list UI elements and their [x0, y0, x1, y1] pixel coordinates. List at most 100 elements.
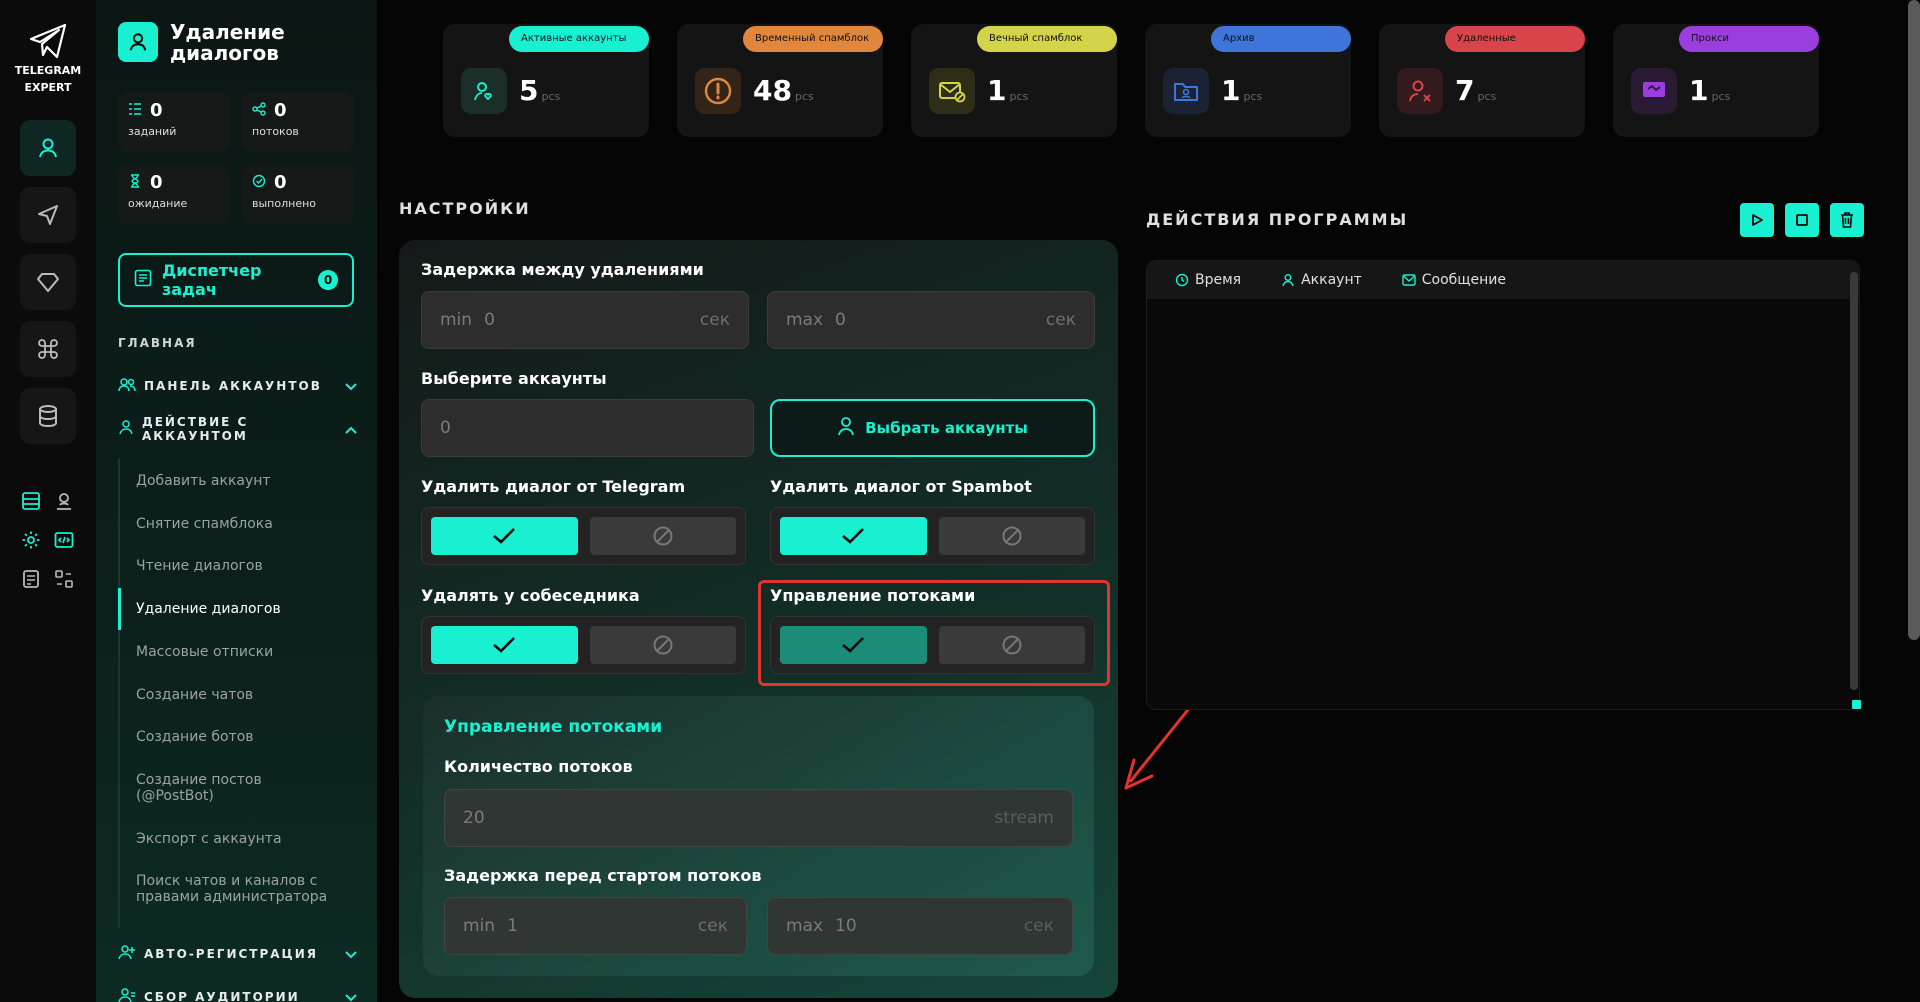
nav-audience-collect[interactable]: СБОР АУДИТОРИИ	[118, 986, 358, 1002]
start-delay-max-input[interactable]: max 10 сек	[767, 897, 1073, 955]
stat-waiting-value: 0	[150, 172, 163, 193]
task-dispatcher-button[interactable]: Диспетчер задач 0	[118, 253, 354, 307]
subitem-read-dialogs[interactable]: Чтение диалогов	[136, 558, 356, 574]
card-archive[interactable]: Архив 1 pcs	[1145, 24, 1351, 137]
delete-telegram-toggle	[421, 507, 746, 565]
delete-telegram-off-button[interactable]	[589, 517, 736, 555]
card-temp-spamblock[interactable]: Временный спамблок 48 pcs	[677, 24, 883, 137]
page-scrollbar[interactable]	[1908, 0, 1920, 640]
card-deleted-value: 7 pcs	[1455, 74, 1497, 107]
accounts-count-input[interactable]: 0	[421, 399, 754, 457]
stat-waiting: 0 ожидание	[118, 164, 230, 224]
delay-max-unit: сек	[1045, 310, 1076, 330]
diamond-icon	[37, 273, 59, 292]
delay-min-input[interactable]: min 0 сек	[421, 291, 749, 349]
dispatcher-label: Диспетчер задач	[162, 261, 262, 299]
logo-text-1: TELEGRAM	[14, 64, 82, 77]
subitem-add-account[interactable]: Добавить аккаунт	[136, 473, 356, 489]
stat-done-label: выполнено	[252, 197, 317, 210]
start-delay-min-prefix: min	[463, 916, 496, 936]
nav-auto-registration[interactable]: АВТО-РЕГИСТРАЦИЯ	[118, 943, 358, 965]
delete-spambot-off-button[interactable]	[938, 517, 1085, 555]
app-logo[interactable]: TELEGRAM EXPERT	[14, 22, 82, 94]
user-remove-icon	[1397, 68, 1443, 114]
rail-mini-5[interactable]	[18, 566, 44, 592]
accounts-count-value: 0	[440, 418, 451, 438]
telegram-logo-icon	[29, 23, 67, 59]
send-icon	[38, 205, 58, 225]
card-deleted[interactable]: Удаленные 7 pcs	[1379, 24, 1585, 137]
stat-tasks-label: заданий	[128, 125, 177, 138]
card-proxy-value: 1 pcs	[1689, 74, 1731, 107]
resize-handle-icon[interactable]	[1852, 700, 1861, 709]
delete-telegram-on-button[interactable]	[431, 517, 578, 555]
rail-send-button[interactable]	[20, 187, 76, 243]
play-button[interactable]	[1740, 203, 1774, 237]
select-accounts-button[interactable]: Выбрать аккаунты	[770, 399, 1095, 457]
nav-auto-registration-label: АВТО-РЕГИСТРАЦИЯ	[144, 947, 318, 961]
delay-max-value: 0	[835, 310, 846, 330]
subnav-line	[118, 458, 120, 928]
threads-count-unit: stream	[994, 808, 1054, 828]
users-icon	[118, 377, 136, 396]
rail-mini-3[interactable]	[18, 527, 44, 553]
hourglass-icon	[128, 173, 142, 192]
subitem-delete-dialogs[interactable]: Удаление диалогов	[136, 601, 356, 617]
rail-mini-1[interactable]	[18, 488, 44, 514]
log-col-account[interactable]: Аккаунт	[1281, 272, 1362, 288]
delete-for-peer-off-button[interactable]	[589, 626, 736, 664]
log-col-message[interactable]: Сообщение	[1402, 272, 1506, 288]
rail-mini-4[interactable]	[51, 527, 77, 553]
nav-account-actions-label: ДЕЙСТВИЕ С АККАУНТОМ	[142, 415, 249, 443]
database-icon	[39, 405, 57, 428]
user-plus-icon	[118, 944, 136, 964]
user-icon	[1282, 274, 1294, 287]
card-temp-spamblock-value: 48 pcs	[753, 74, 814, 107]
stat-done: 0 выполнено	[242, 164, 354, 224]
card-perm-spamblock[interactable]: Вечный спамблок 1 pcs	[911, 24, 1117, 137]
start-delay-min-input[interactable]: min 1 сек	[444, 897, 747, 955]
nav-accounts-panel[interactable]: ПАНЕЛЬ АККАУНТОВ	[118, 375, 358, 397]
delete-spambot-on-button[interactable]	[780, 517, 927, 555]
subitem-create-posts[interactable]: Создание постов (@PostBot)	[136, 772, 286, 804]
subitem-remove-spamblock[interactable]: Снятие спамблока	[136, 516, 356, 532]
threads-section-title: Управление потоками	[444, 717, 663, 737]
proxy-screen-icon	[1631, 68, 1677, 114]
delay-label: Задержка между удалениями	[421, 260, 704, 279]
log-col-time[interactable]: Время	[1175, 272, 1241, 288]
rail-database-button[interactable]	[20, 388, 76, 444]
rail-mini-6[interactable]	[51, 566, 77, 592]
ban-icon	[653, 526, 673, 546]
rail-mini-2[interactable]	[51, 488, 77, 514]
subitem-create-chats[interactable]: Создание чатов	[136, 687, 356, 703]
card-proxy[interactable]: Прокси 1 pcs	[1613, 24, 1819, 137]
threads-count-input[interactable]: 20 stream	[444, 789, 1073, 847]
clear-log-button[interactable]	[1830, 203, 1864, 237]
page-icon	[118, 22, 158, 62]
user-location-icon	[57, 493, 71, 510]
card-deleted-label: Удаленные	[1445, 26, 1585, 52]
card-archive-label: Архив	[1211, 26, 1351, 52]
subitem-mass-unsubscribe[interactable]: Массовые отписки	[136, 644, 356, 660]
stat-tasks: 0 заданий	[118, 92, 230, 152]
nav-audience-collect-label: СБОР АУДИТОРИИ	[144, 990, 300, 1002]
stop-button[interactable]	[1785, 203, 1819, 237]
nav-account-actions[interactable]: ДЕЙСТВИЕ С АККАУНТОМ	[118, 415, 358, 443]
rail-accounts-button[interactable]	[20, 120, 76, 176]
settings-heading: НАСТРОЙКИ	[399, 199, 531, 218]
subitem-create-bots[interactable]: Создание ботов	[136, 729, 356, 745]
rail-diamond-button[interactable]	[20, 254, 76, 310]
card-active-accounts[interactable]: Активные аккаунты 5 pcs	[443, 24, 649, 137]
ban-icon	[653, 635, 673, 655]
logo-text-2: EXPERT	[24, 81, 72, 94]
delay-max-input[interactable]: max 0 сек	[767, 291, 1095, 349]
subitem-export-account[interactable]: Экспорт с аккаунта	[136, 831, 356, 847]
rail-command-button[interactable]	[20, 321, 76, 377]
play-icon	[1752, 214, 1763, 226]
subitem-admin-chat-search[interactable]: Поиск чатов и каналов с правами админист…	[136, 873, 351, 905]
log-scrollbar[interactable]	[1850, 272, 1858, 690]
card-temp-spamblock-label: Временный спамблок	[743, 26, 883, 52]
delete-for-peer-on-button[interactable]	[431, 626, 578, 664]
user-icon	[118, 419, 134, 439]
trash-icon	[1841, 212, 1853, 228]
